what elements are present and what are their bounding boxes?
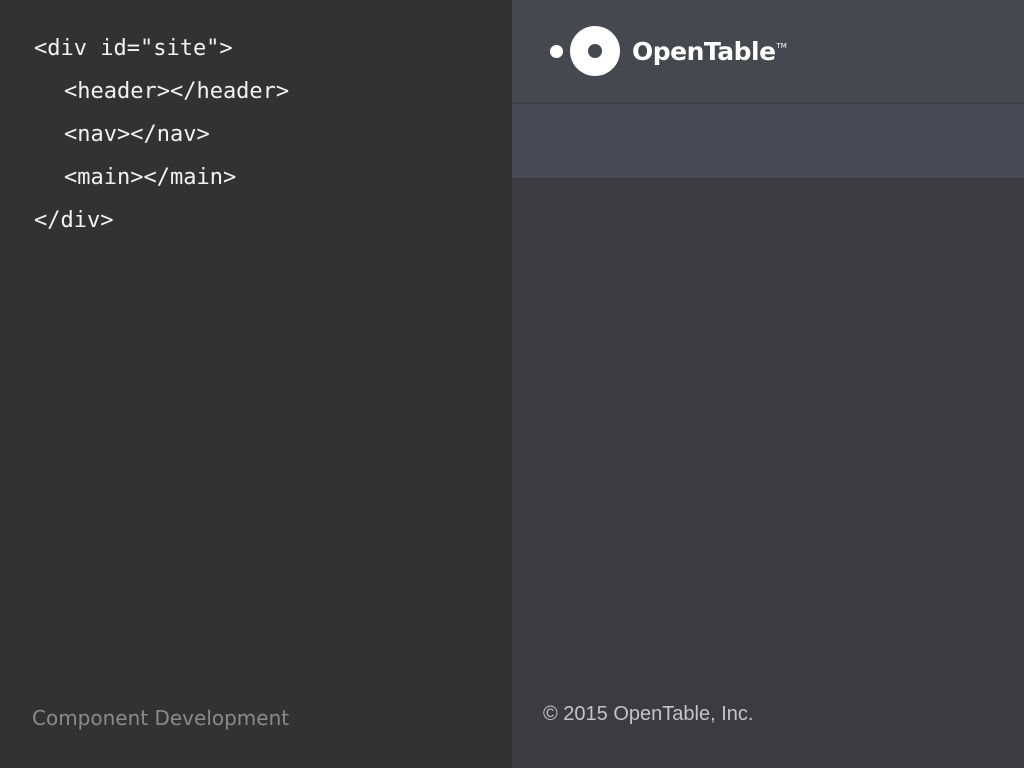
site-nav xyxy=(512,104,1024,179)
logo-trademark: TM xyxy=(776,42,787,50)
code-line-div-open: <div id="site"> xyxy=(34,36,233,61)
code-line-div-close: </div> xyxy=(34,208,114,233)
site-header: OpenTable TM xyxy=(512,0,1024,103)
site-footer: © 2015 OpenTable, Inc. xyxy=(512,675,1024,768)
logo[interactable]: OpenTable TM xyxy=(550,26,787,76)
code-line-main: <main></main> xyxy=(64,165,237,190)
logo-text: OpenTable xyxy=(632,36,776,66)
site-main xyxy=(512,180,1024,675)
logo-dot-icon xyxy=(550,44,563,58)
code-panel: <div id="site"> <header></header> <nav><… xyxy=(0,0,512,768)
code-line-nav: <nav></nav> xyxy=(64,122,210,147)
slide: <div id="site"> <header></header> <nav><… xyxy=(0,0,1024,768)
code-line-header: <header></header> xyxy=(64,79,290,104)
copyright-text: © 2015 OpenTable, Inc. xyxy=(543,703,754,725)
site-preview: OpenTable TM © 2015 OpenTable, Inc. xyxy=(512,0,1024,768)
slide-footer-title: Component Development xyxy=(32,706,290,730)
opentable-logo-icon xyxy=(570,26,620,76)
